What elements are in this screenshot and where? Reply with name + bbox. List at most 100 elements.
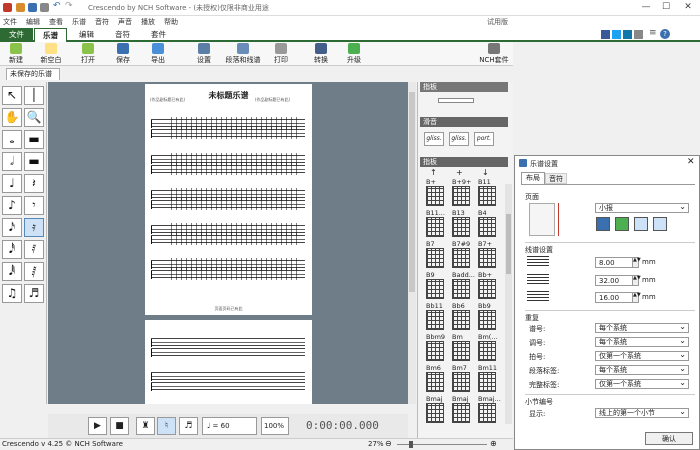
half-note-tool[interactable]: 𝅗𝅥 bbox=[2, 152, 22, 171]
chord-diagram[interactable]: B4 bbox=[478, 209, 502, 239]
chord-diagram[interactable]: B11 bbox=[478, 178, 502, 208]
tempo-field[interactable]: ♩ = 60 bbox=[202, 417, 257, 435]
chord-diagram[interactable]: Bb+ bbox=[478, 271, 502, 301]
system-spacing-input[interactable]: 32.00 bbox=[595, 275, 633, 286]
tab-suite[interactable]: 套件 bbox=[142, 28, 175, 42]
barline-tool[interactable]: │ bbox=[24, 86, 44, 105]
portrait-icon[interactable] bbox=[596, 217, 610, 231]
palette-header-top[interactable]: 指板 bbox=[420, 82, 508, 92]
sound-icon[interactable]: ♬ bbox=[179, 417, 198, 435]
chord-diagram[interactable]: B11... bbox=[426, 209, 450, 239]
palette-scrollbar[interactable] bbox=[505, 184, 512, 424]
clef-select[interactable]: 每个系统 bbox=[595, 322, 689, 333]
arrow-up-icon[interactable]: ↑ bbox=[430, 168, 437, 177]
hand-tool[interactable]: ✋ bbox=[2, 108, 22, 127]
landscape-icon[interactable] bbox=[615, 217, 629, 231]
open-button[interactable]: 打开 bbox=[78, 43, 98, 65]
stop-button[interactable]: ■ bbox=[110, 417, 129, 435]
staff-size-input[interactable]: 8.00 bbox=[595, 257, 633, 268]
portamento-item[interactable]: port. bbox=[474, 132, 494, 146]
chord-diagram[interactable]: Bbm9 bbox=[426, 333, 450, 363]
chord-diagram[interactable]: B7+ bbox=[478, 240, 502, 270]
quick-export-icon[interactable] bbox=[40, 3, 49, 12]
arrow-down-icon[interactable]: ↓ bbox=[482, 168, 489, 177]
chord-diagram[interactable]: Badd... bbox=[452, 271, 476, 301]
menu-play[interactable]: 播放 bbox=[141, 17, 155, 27]
margins-icon[interactable] bbox=[634, 217, 648, 231]
score-page[interactable]: 未标题乐谱 (作品副标题已有此) (作品副标题已有此) 页面页码已有此 bbox=[145, 84, 312, 315]
play-button[interactable]: ▶ bbox=[88, 417, 107, 435]
menu-file[interactable]: 文件 bbox=[3, 17, 17, 27]
chord-diagram[interactable]: B7#9 bbox=[452, 240, 476, 270]
beamed-eighths-tool[interactable]: ♫ bbox=[2, 284, 22, 303]
sixty-fourth-note-tool[interactable]: 𝅘𝅥𝅱 bbox=[2, 262, 22, 281]
chord-diagram[interactable]: Bm bbox=[452, 333, 476, 363]
menu-view[interactable]: 查看 bbox=[49, 17, 63, 27]
beamed-sixteenths-tool[interactable]: ♬ bbox=[24, 284, 44, 303]
page-size-select[interactable]: 小报 bbox=[595, 202, 689, 213]
chord-diagram[interactable]: Bb6 bbox=[452, 302, 476, 332]
save-button[interactable]: 保存 bbox=[113, 43, 133, 65]
thirty-second-note-tool[interactable]: 𝅘𝅥𝅰 bbox=[2, 240, 22, 259]
new-blank-button[interactable]: 新空白 bbox=[36, 43, 66, 65]
zoom-tool[interactable]: 🔍 bbox=[24, 108, 44, 127]
ornaments-header[interactable]: 滑音 bbox=[420, 117, 508, 127]
tab-notes[interactable]: 音符 bbox=[545, 173, 567, 184]
chord-diagram[interactable]: B13 bbox=[452, 209, 476, 239]
section-label-select[interactable]: 每个系统 bbox=[595, 364, 689, 375]
staff-size-spinner[interactable]: ▲▼ bbox=[632, 257, 641, 268]
tab-note[interactable]: 音符 bbox=[106, 28, 139, 42]
scrollbar-thumb[interactable] bbox=[409, 92, 415, 292]
quarter-note-tool[interactable]: ♩ bbox=[2, 174, 22, 193]
chord-diagram[interactable]: Bm7 bbox=[452, 364, 476, 394]
chord-diagram[interactable]: B7 bbox=[426, 240, 450, 270]
new-button[interactable]: 新建 bbox=[6, 43, 26, 65]
slur-item[interactable] bbox=[438, 98, 474, 103]
whole-rest-tool[interactable]: ▬ bbox=[24, 130, 44, 149]
help-icon[interactable]: ? bbox=[660, 29, 670, 39]
time-sig-select[interactable]: 仅第一个系统 bbox=[595, 350, 689, 361]
ok-button[interactable]: 确认 bbox=[645, 432, 693, 445]
tab-file[interactable]: 文件 bbox=[0, 28, 33, 42]
columns-icon[interactable] bbox=[653, 217, 667, 231]
twitter-icon[interactable] bbox=[612, 30, 621, 39]
metronome-icon[interactable]: ♜ bbox=[136, 417, 155, 435]
zoom-out-icon[interactable]: ⊖ bbox=[385, 439, 392, 448]
settings-button[interactable]: 设置 bbox=[194, 43, 214, 65]
staff-spacing-input[interactable]: 16.00 bbox=[595, 292, 633, 303]
key-select[interactable]: 每个系统 bbox=[595, 336, 689, 347]
menu-score[interactable]: 乐谱 bbox=[72, 17, 86, 27]
quick-open-icon[interactable] bbox=[16, 3, 25, 12]
menu-edit[interactable]: 编辑 bbox=[26, 17, 40, 27]
convert-button[interactable]: 转换 bbox=[311, 43, 331, 65]
full-label-select[interactable]: 仅第一个系统 bbox=[595, 378, 689, 389]
chord-diagram[interactable]: Bm11 bbox=[478, 364, 502, 394]
close-icon[interactable]: ✕ bbox=[682, 2, 694, 12]
chord-diagram[interactable]: B+ bbox=[426, 178, 450, 208]
document-tab[interactable]: 未保存的乐谱 bbox=[6, 68, 60, 80]
maximize-icon[interactable]: ☐ bbox=[660, 2, 672, 12]
menu-help[interactable]: 帮助 bbox=[164, 17, 178, 27]
eighth-rest-tool[interactable]: 𝄾 bbox=[24, 196, 44, 215]
plus-icon[interactable]: + bbox=[456, 168, 463, 177]
sixteenth-rest-tool[interactable]: 𝄿 bbox=[24, 218, 44, 237]
sixteenth-note-tool[interactable]: 𝅘𝅥𝅯 bbox=[2, 218, 22, 237]
menu-note[interactable]: 音符 bbox=[95, 17, 109, 27]
share-icon[interactable] bbox=[634, 30, 643, 39]
tab-score[interactable]: 乐谱 bbox=[34, 28, 67, 42]
zoom-select[interactable]: 100% bbox=[261, 417, 289, 435]
score-page-2[interactable] bbox=[145, 320, 312, 404]
facebook-icon[interactable] bbox=[601, 30, 610, 39]
staff-spacing-spinner[interactable]: ▲▼ bbox=[632, 292, 641, 303]
quarter-rest-tool[interactable]: 𝄽 bbox=[24, 174, 44, 193]
sixty-fourth-rest-tool[interactable]: 𝅁 bbox=[24, 262, 44, 281]
nch-suite-button[interactable]: NCH套件 bbox=[478, 43, 510, 65]
display-select[interactable]: 线上的第一个小节 bbox=[595, 407, 689, 418]
gliss-item-2[interactable]: gliss. bbox=[449, 132, 469, 146]
eighth-note-tool[interactable]: ♪ bbox=[2, 196, 22, 215]
chord-diagram[interactable]: Bm(... bbox=[478, 333, 502, 363]
chord-diagram[interactable]: Bb11 bbox=[426, 302, 450, 332]
chords-header[interactable]: 指板 bbox=[420, 157, 508, 167]
chord-diagram[interactable]: Bb9 bbox=[478, 302, 502, 332]
redo-icon[interactable]: ↷ bbox=[65, 1, 74, 11]
